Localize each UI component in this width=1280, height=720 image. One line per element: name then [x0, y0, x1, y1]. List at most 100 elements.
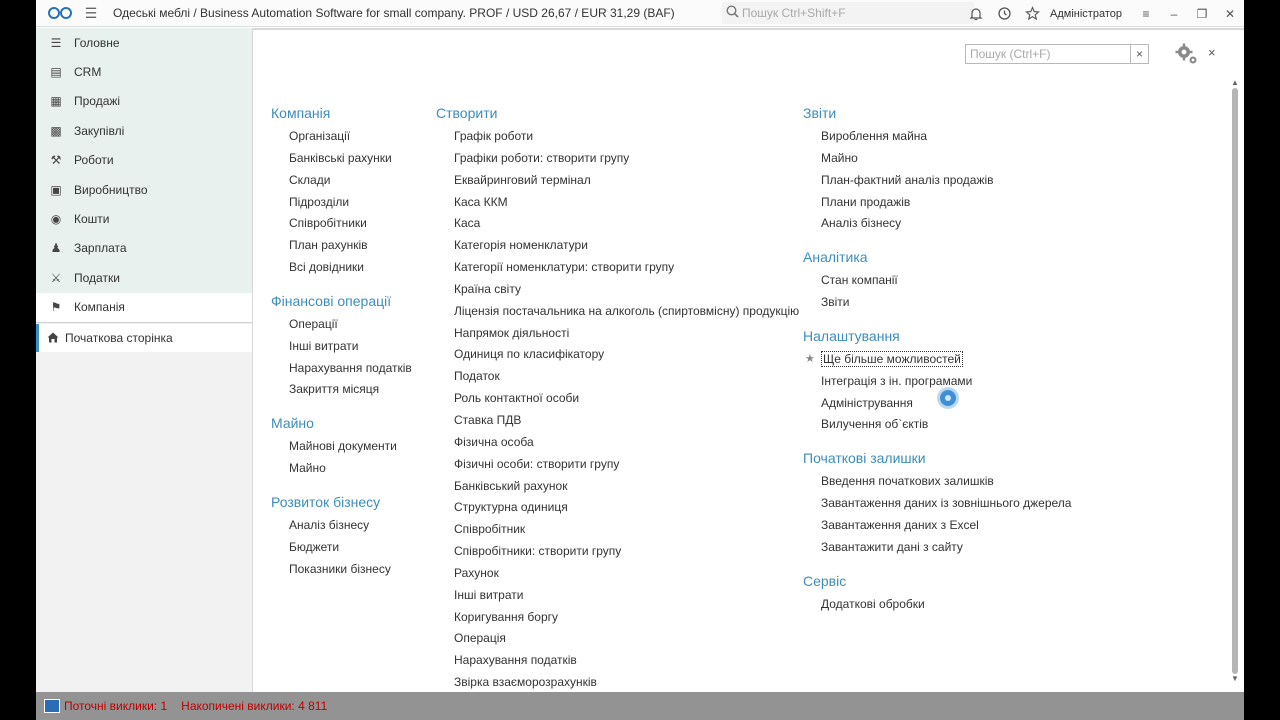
function-link[interactable]: Напрямок діяльності — [436, 323, 786, 345]
user-name[interactable]: Адміністратор — [1050, 8, 1122, 20]
function-link[interactable]: Показники бізнесу — [271, 559, 431, 581]
function-link[interactable]: Роль контактної особи — [436, 388, 786, 410]
function-link-label: Операція — [454, 631, 506, 646]
function-link[interactable]: Операція — [436, 628, 786, 650]
scroll-up-icon[interactable]: ▲ — [1230, 78, 1240, 88]
function-link[interactable]: Каса ККМ — [436, 192, 786, 214]
sidebar-item-3[interactable]: ▩ Закупівлі — [36, 116, 252, 145]
function-link-label: Графіки роботи: створити групу — [454, 150, 630, 165]
function-link[interactable]: Введення початкових залишків — [803, 471, 1103, 493]
star-icon[interactable] — [1018, 0, 1046, 27]
function-link[interactable]: Звірка взаєморозрахунків — [436, 672, 786, 694]
function-link[interactable]: Структурна одиниця — [436, 497, 786, 519]
function-link[interactable]: Фізичні особи: створити групу — [436, 454, 786, 476]
function-link[interactable]: Організації — [271, 126, 431, 148]
function-link[interactable]: Категорії номенклатури: створити групу — [436, 257, 786, 279]
function-link[interactable]: Плани продажів — [803, 192, 1103, 214]
function-link[interactable]: Майнові документи — [271, 436, 431, 458]
sidebar-item-1[interactable]: ▤ CRM — [36, 57, 252, 86]
minimize-icon[interactable]: – — [1160, 0, 1188, 27]
vertical-scrollbar[interactable]: ▲ ▼ — [1230, 78, 1240, 690]
function-link[interactable]: Аналіз бізнесу — [271, 515, 431, 537]
function-link[interactable]: Звіти — [803, 292, 1103, 314]
favorite-star-icon[interactable]: ★ — [805, 349, 815, 371]
function-link[interactable]: Нарахування податків — [436, 650, 786, 672]
sidebar-item-8[interactable]: ⚔ Податки — [36, 263, 252, 292]
function-link[interactable]: Співробітники: створити групу — [436, 541, 786, 563]
sidebar-item-5[interactable]: ▣ Виробництво — [36, 175, 252, 204]
function-link[interactable]: Бюджети — [271, 537, 431, 559]
function-link-label: Ще більше можливостей — [821, 350, 963, 367]
global-search-input[interactable]: Пошук Ctrl+Shift+F — [722, 2, 974, 24]
function-link[interactable]: Банківські рахунки — [271, 148, 431, 170]
function-link[interactable]: Ставка ПДВ — [436, 410, 786, 432]
function-link[interactable]: Графіки роботи: створити групу — [436, 148, 786, 170]
function-link-label: Звіти — [821, 295, 850, 310]
function-link-label: Інтеграція з ін. програмами — [821, 373, 973, 388]
sidebar-item-0[interactable]: ☰ Головне — [36, 28, 252, 57]
sidebar-item-4[interactable]: ⚒ Роботи — [36, 146, 252, 175]
function-link[interactable]: Співробітник — [436, 519, 786, 541]
function-link[interactable]: Інші витрати — [271, 336, 431, 358]
gear-icon[interactable] — [1175, 42, 1199, 66]
bell-icon[interactable] — [962, 0, 990, 27]
list-icon: ☰ — [50, 35, 62, 50]
function-link[interactable]: Одиниця по класифікатору — [436, 344, 786, 366]
settings-menu-icon[interactable]: ≡ — [1132, 0, 1160, 27]
sidebar-item-2[interactable]: ▦ Продажі — [36, 87, 252, 116]
function-link[interactable]: Склади — [271, 170, 431, 192]
scroll-down-icon[interactable]: ▼ — [1230, 674, 1240, 684]
open-window-home[interactable]: Початкова сторінка — [36, 323, 252, 352]
close-window-icon[interactable]: ✕ — [1216, 0, 1244, 27]
function-link-label: Додаткові обробки — [821, 596, 925, 611]
function-link[interactable]: Еквайринговий термінал — [436, 170, 786, 192]
function-link-label: Нарахування податків — [454, 653, 577, 668]
function-link[interactable]: Завантаження даних з Excel — [803, 515, 1103, 537]
global-search-placeholder: Пошук Ctrl+Shift+F — [742, 6, 846, 20]
function-link[interactable]: Податок — [436, 366, 786, 388]
panel-search-input[interactable]: Пошук (Ctrl+F) × — [965, 44, 1149, 64]
sidebar-item-9[interactable]: ⚑ Компанія — [36, 292, 252, 322]
function-link[interactable]: Вилучення об`єктів — [803, 414, 1103, 436]
restore-icon[interactable]: ❐ — [1188, 0, 1216, 27]
function-link[interactable]: Ліцензія постачальника на алкоголь (спир… — [436, 301, 799, 323]
function-link[interactable]: Нарахування податків — [271, 358, 431, 380]
function-link[interactable]: Завантаження даних із зовнішнього джерел… — [803, 493, 1103, 515]
function-link[interactable]: Операції — [271, 314, 431, 336]
function-link[interactable]: Майно — [803, 148, 1103, 170]
function-link[interactable]: Категорія номенклатури — [436, 235, 786, 257]
function-link[interactable]: Всі довідники — [271, 257, 431, 279]
function-link[interactable]: Завантажити дані з сайту — [803, 537, 1103, 559]
function-link[interactable]: Банківський рахунок — [436, 476, 786, 498]
function-link[interactable]: Підрозділи — [271, 192, 431, 214]
function-link[interactable]: Вироблення майна — [803, 126, 1103, 148]
function-link[interactable]: Майно — [271, 458, 431, 480]
function-link[interactable]: Закриття місяця — [271, 379, 431, 401]
sidebar-item-7[interactable]: ♟ Зарплата — [36, 234, 252, 263]
function-link[interactable]: План-фактний аналіз продажів — [803, 170, 1103, 192]
function-link[interactable]: Аналіз бізнесу — [803, 213, 1103, 235]
factory-icon: ▣ — [50, 182, 62, 197]
close-panel-button[interactable]: × — [1208, 45, 1216, 60]
scroll-thumb[interactable] — [1232, 88, 1238, 674]
function-link-label: Введення початкових залишків — [821, 474, 994, 489]
function-link[interactable]: Співробітники — [271, 213, 431, 235]
function-link[interactable]: Фізична особа — [436, 432, 786, 454]
function-link[interactable]: Каса — [436, 213, 786, 235]
history-icon[interactable] — [990, 0, 1018, 27]
function-link[interactable]: Інтеграція з ін. програмами — [803, 371, 1103, 393]
function-link[interactable]: План рахунків — [271, 235, 431, 257]
sidebar-item-6[interactable]: ◉ Кошти — [36, 204, 252, 233]
function-link[interactable]: Рахунок — [436, 563, 786, 585]
coin-icon: ◉ — [50, 212, 62, 227]
clear-search-button[interactable]: × — [1130, 45, 1148, 63]
function-link[interactable]: Країна світу — [436, 279, 786, 301]
function-link[interactable]: Графік роботи — [436, 126, 786, 148]
baf-logo-icon[interactable] — [47, 5, 73, 21]
function-link[interactable]: Стан компанії — [803, 270, 1103, 292]
function-link[interactable]: Додаткові обробки — [803, 594, 1103, 616]
function-link[interactable]: ★ Ще більше можливостей — [803, 349, 1103, 371]
menu-icon[interactable]: ☰ — [83, 5, 99, 21]
function-link[interactable]: Інші витрати — [436, 585, 786, 607]
function-link[interactable]: Коригування боргу — [436, 607, 786, 629]
